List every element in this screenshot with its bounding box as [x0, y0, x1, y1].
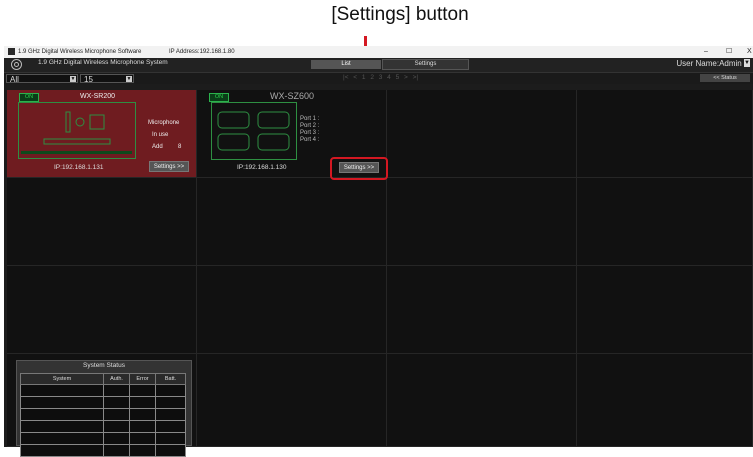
chevron-down-icon: ▼ [126, 76, 132, 82]
table-header: System Auth. Error Batt. [20, 373, 186, 385]
port-list: Port 1 : Port 2 : Port 3 : Port 4 : [300, 116, 319, 144]
empty-tile [7, 178, 197, 266]
table-row [20, 408, 186, 421]
device-name: WX-SR200 [80, 93, 116, 100]
empty-tile [577, 266, 753, 354]
tab-settings[interactable]: Settings [382, 59, 469, 70]
device-ip: IP:192.168.1.131 [54, 164, 104, 171]
port-3: Port 3 : [300, 130, 320, 136]
maximize-button[interactable]: ☐ [726, 46, 732, 58]
filter-value: All [10, 75, 19, 84]
empty-tile [7, 266, 197, 354]
minimize-button[interactable]: – [704, 46, 708, 58]
count-value: 15 [84, 75, 93, 84]
col-system: System [20, 373, 104, 385]
system-status-table: System Auth. Error Batt. [20, 373, 186, 457]
close-button[interactable]: X [747, 46, 752, 58]
title-bar: 1.9 GHz Digital Wireless Microphone Soft… [4, 46, 753, 58]
port-4: Port 4 : [300, 137, 320, 143]
logo-icon [11, 59, 22, 70]
empty-tile [197, 354, 387, 447]
col-error: Error [129, 373, 156, 385]
in-use-label: In use [152, 132, 169, 138]
settings-button[interactable]: Settings >> [149, 161, 189, 172]
chevron-down-icon: ▼ [70, 76, 76, 82]
filter-select[interactable]: All ▼ [6, 74, 78, 84]
empty-tile [387, 354, 577, 447]
empty-tile [387, 90, 577, 178]
empty-tile [387, 266, 577, 354]
app-icon [8, 48, 15, 55]
app-header: 1.9 GHz Digital Wireless Microphone Syst… [4, 58, 753, 73]
add-label: Add [152, 144, 163, 150]
empty-tile [577, 178, 753, 266]
empty-tile [577, 90, 753, 178]
system-status-title: System Status [83, 362, 125, 369]
status-badge: ON [19, 93, 39, 102]
antenna-icon [217, 111, 290, 151]
chevron-down-icon[interactable]: ▼ [744, 59, 750, 67]
callout-label: [Settings] button [331, 4, 469, 25]
port-2: Port 2 : [300, 123, 320, 129]
callout-highlight [330, 157, 388, 180]
empty-tile [387, 178, 577, 266]
status-badge: ON [209, 93, 229, 102]
tab-list[interactable]: List [311, 60, 381, 69]
table-row [20, 432, 186, 445]
table-row [20, 384, 186, 397]
receiver-icon [21, 111, 132, 154]
device-ip: IP:192.168.1.130 [237, 164, 287, 171]
toolbar: All ▼ 15 ▼ |< < 1 2 3 4 5 > >| << Status [4, 73, 753, 84]
ip-address-label: IP Address:192.168.1.80 [169, 49, 235, 55]
system-name: 1.9 GHz Digital Wireless Microphone Syst… [38, 59, 168, 66]
col-batt: Batt. [155, 373, 186, 385]
empty-tile [197, 178, 387, 266]
empty-tile [577, 354, 753, 447]
pagination[interactable]: |< < 1 2 3 4 5 > >| [343, 74, 418, 81]
add-value: 8 [178, 144, 182, 150]
device-diagram [18, 102, 136, 159]
col-auth: Auth. [103, 373, 130, 385]
user-menu[interactable]: User Name:Admin ▼ [676, 59, 750, 68]
port-1: Port 1 : [300, 116, 320, 122]
count-select[interactable]: 15 ▼ [80, 74, 134, 84]
empty-tile [197, 266, 387, 354]
user-name: User Name:Admin [676, 59, 742, 68]
status-button[interactable]: << Status [700, 74, 750, 82]
system-status-panel: System Status System Auth. Error Batt. [16, 360, 192, 457]
type-label: Microphone [148, 120, 180, 126]
device-name: WX-SZ600 [270, 91, 315, 101]
table-row [20, 444, 186, 457]
table-row [20, 420, 186, 433]
window-title: 1.9 GHz Digital Wireless Microphone Soft… [18, 49, 142, 55]
table-row [20, 396, 186, 409]
device-diagram [211, 102, 297, 160]
